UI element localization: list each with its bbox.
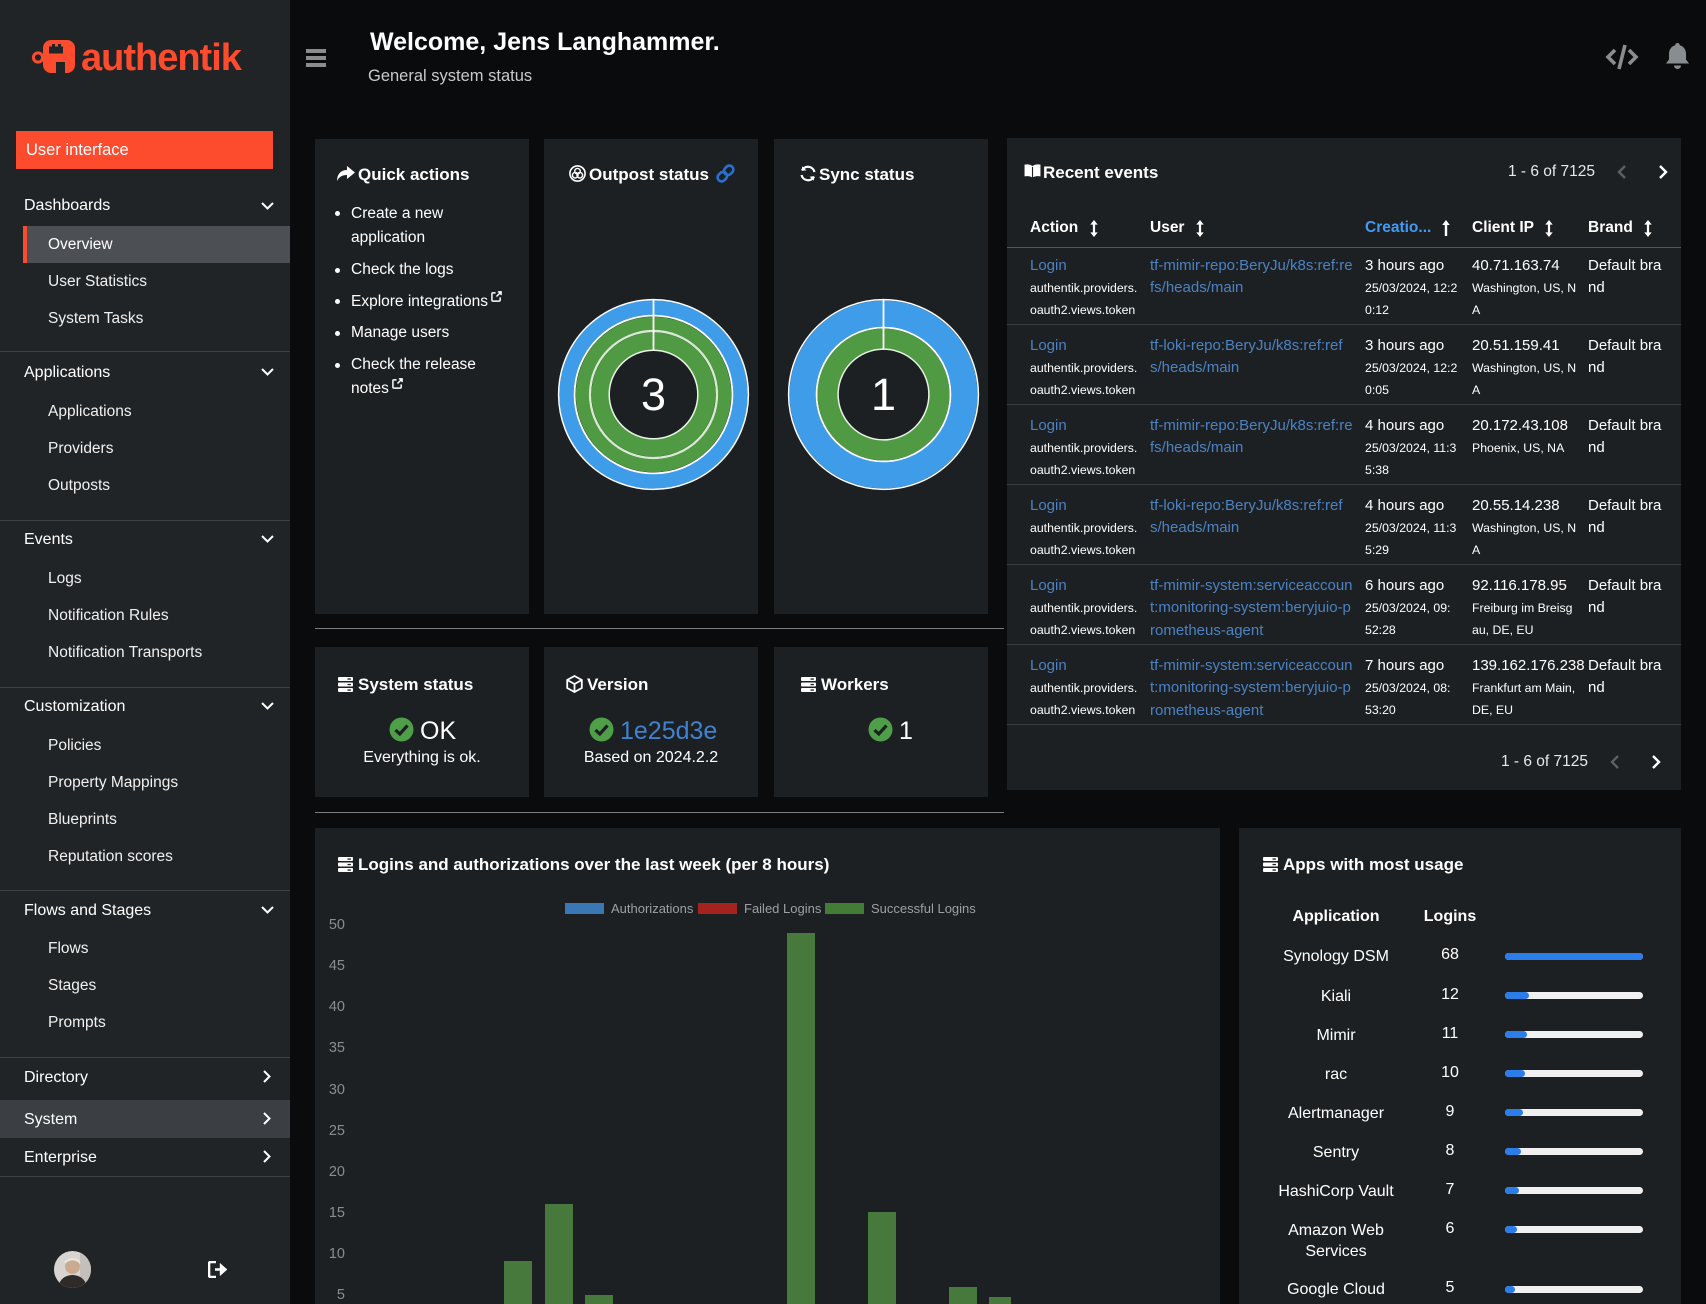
svg-text:3: 3 — [641, 369, 666, 420]
svg-text:1: 1 — [871, 369, 896, 420]
